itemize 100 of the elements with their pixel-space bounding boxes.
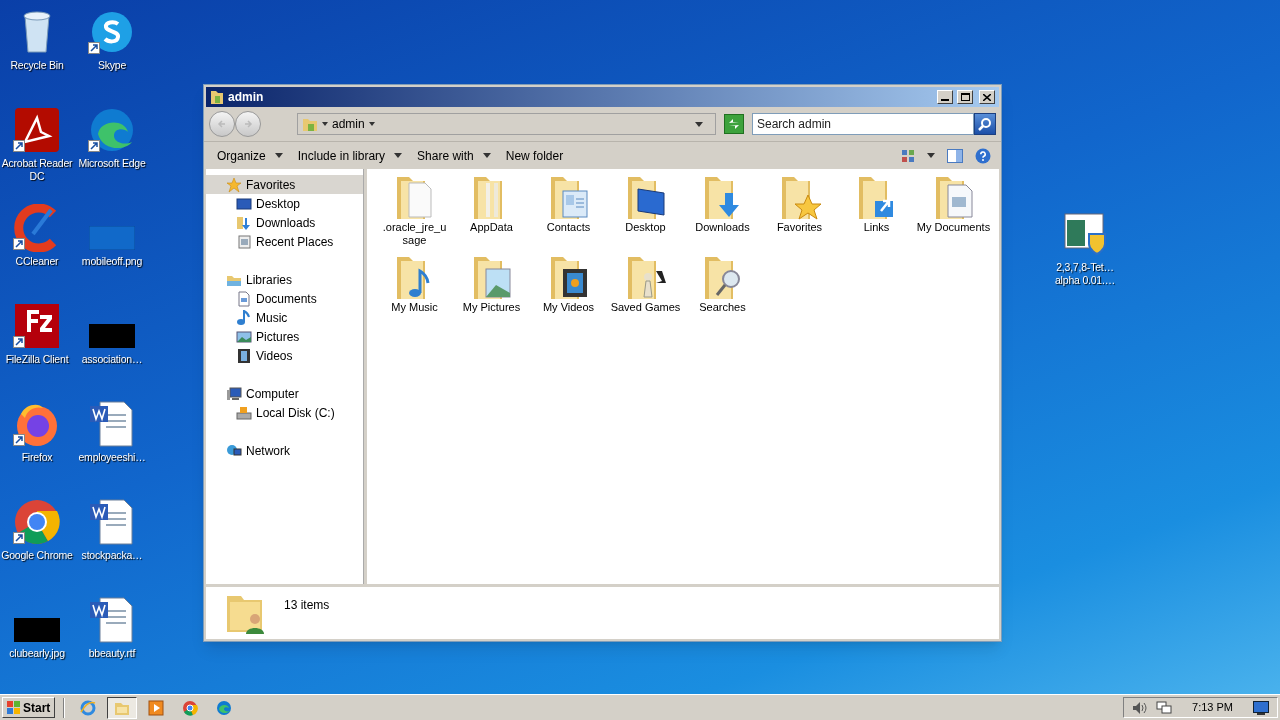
browser-icon: [216, 699, 233, 716]
icon-label: Acrobat Reader DC: [0, 157, 74, 183]
desktop-icon[interactable]: mobileoff.png: [75, 204, 149, 268]
minimize-button[interactable]: [937, 90, 953, 104]
forward-arrow-icon: [243, 119, 253, 129]
folder-item[interactable]: My Music: [376, 253, 453, 314]
icon-label: Microsoft Edge: [77, 157, 147, 170]
media-player-icon: [148, 699, 165, 716]
search-icon: [978, 117, 992, 131]
document-icon: [88, 400, 136, 448]
item-label: Links: [862, 221, 891, 234]
desktop-icon[interactable]: FileZilla Client: [0, 302, 74, 366]
icon-label: 2,3,7,8-Tet… alpha 0.01.…: [1053, 261, 1117, 287]
folder-item[interactable]: Links: [838, 173, 915, 247]
dropdown-icon[interactable]: [695, 121, 703, 127]
desktop-icon[interactable]: Microsoft Edge: [75, 106, 149, 170]
desktop-icon[interactable]: Firefox: [0, 400, 74, 464]
search-button[interactable]: [974, 113, 996, 135]
nav-item[interactable]: Desktop: [206, 194, 363, 213]
monitor-icon: [236, 195, 252, 212]
item-label: My Videos: [541, 301, 596, 314]
star-icon: [226, 176, 242, 193]
item-label: Downloads: [694, 221, 751, 234]
desktop-icon[interactable]: Skype: [75, 8, 149, 72]
windows-logo-icon: [7, 700, 21, 715]
clock[interactable]: 7:13 PM: [1192, 699, 1233, 716]
desktop-icon[interactable]: 2,3,7,8-Tet… alpha 0.01.…: [1048, 210, 1122, 287]
folder-item[interactable]: Searches: [684, 253, 761, 314]
item-label: Saved Games: [609, 301, 682, 314]
desktop-icon[interactable]: bbeauty.rtf: [75, 596, 149, 660]
network-icon[interactable]: [1156, 700, 1173, 715]
item-label: My Pictures: [461, 301, 522, 314]
nav-item[interactable]: Libraries: [206, 270, 363, 289]
icon-label: employeeshi…: [77, 451, 147, 464]
start-button[interactable]: Start: [2, 697, 56, 718]
folder-item[interactable]: Downloads: [684, 173, 761, 247]
toolbar-button[interactable]: Share with: [410, 144, 498, 167]
speaker-icon[interactable]: [1132, 700, 1149, 715]
minimize-icon: [941, 99, 949, 101]
view-grid-icon: [901, 148, 915, 163]
search-field[interactable]: Search admin: [752, 113, 974, 135]
folder-item[interactable]: .oracle_jre_u sage: [376, 173, 453, 247]
document-icon: [88, 498, 136, 546]
nav-item[interactable]: Local Disk (C:): [206, 403, 363, 422]
folder-item[interactable]: Saved Games: [607, 253, 684, 314]
close-button[interactable]: [979, 90, 995, 104]
desktop-icon[interactable]: Recycle Bin: [0, 8, 74, 72]
item-label: .oracle_jre_u sage: [381, 221, 448, 247]
address-bar[interactable]: admin: [297, 113, 716, 135]
nav-item[interactable]: Pictures: [206, 327, 363, 346]
nav-item[interactable]: Documents: [206, 289, 363, 308]
nav-item[interactable]: Recent Places: [206, 232, 363, 251]
folder-item[interactable]: My Videos: [530, 253, 607, 314]
refresh-button[interactable]: [724, 114, 744, 134]
nav-item[interactable]: Videos: [206, 346, 363, 365]
desktop-icon[interactable]: employeeshi…: [75, 400, 149, 464]
desktop-icon[interactable]: clubearly.jpg: [0, 596, 74, 660]
breadcrumb[interactable]: admin: [332, 115, 365, 133]
film-icon: [236, 347, 252, 364]
help-icon: [975, 147, 991, 164]
maximize-button[interactable]: [957, 90, 973, 104]
desktop-icon[interactable]: association…: [75, 302, 149, 366]
document-icon: [236, 290, 252, 307]
toolbar-button[interactable]: Include in library: [290, 144, 410, 167]
nav-item[interactable]: Downloads: [206, 213, 363, 232]
nav-item[interactable]: Network: [206, 441, 363, 460]
nav-item[interactable]: Computer: [206, 384, 363, 403]
desktop-icon[interactable]: Acrobat Reader DC: [0, 106, 74, 183]
show-desktop-icon[interactable]: [1253, 700, 1269, 715]
desktop-icon[interactable]: stockpacka…: [75, 498, 149, 562]
icon-label: CCleaner: [14, 255, 60, 268]
picture-icon: [236, 328, 252, 345]
icon-label: stockpacka…: [80, 549, 144, 562]
nav-item[interactable]: Favorites: [206, 175, 363, 194]
folder-item[interactable]: Contacts: [530, 173, 607, 247]
folder-item[interactable]: My Documents: [915, 173, 992, 247]
preview-pane-icon: [947, 148, 963, 163]
icon-label: mobileoff.png: [80, 255, 144, 268]
window-title: admin: [228, 89, 264, 106]
desktop-icon[interactable]: Google Chrome: [0, 498, 74, 562]
item-label: Desktop: [624, 221, 667, 234]
item-label: AppData: [469, 221, 514, 234]
icon-label: association…: [80, 353, 144, 366]
caret-icon: [322, 122, 328, 126]
toolbar-button[interactable]: New folder: [498, 144, 571, 167]
icon-label: FileZilla Client: [4, 353, 70, 366]
folder-item[interactable]: Favorites: [761, 173, 838, 247]
drive-icon: [236, 404, 252, 421]
nav-item[interactable]: Music: [206, 308, 363, 327]
desktop-icon[interactable]: CCleaner: [0, 204, 74, 268]
folder-item[interactable]: Desktop: [607, 173, 684, 247]
taskbar-app-button[interactable]: [107, 696, 138, 719]
toolbar-button[interactable]: Organize: [210, 144, 290, 167]
icon-label: Google Chrome: [0, 549, 74, 562]
folder-item[interactable]: My Pictures: [453, 253, 530, 314]
icon-label: clubearly.jpg: [8, 647, 66, 660]
maximize-icon: [960, 93, 970, 101]
folder-item[interactable]: AppData: [453, 173, 530, 247]
icon-label: Skype: [96, 59, 128, 72]
folder-icon: [210, 89, 224, 105]
